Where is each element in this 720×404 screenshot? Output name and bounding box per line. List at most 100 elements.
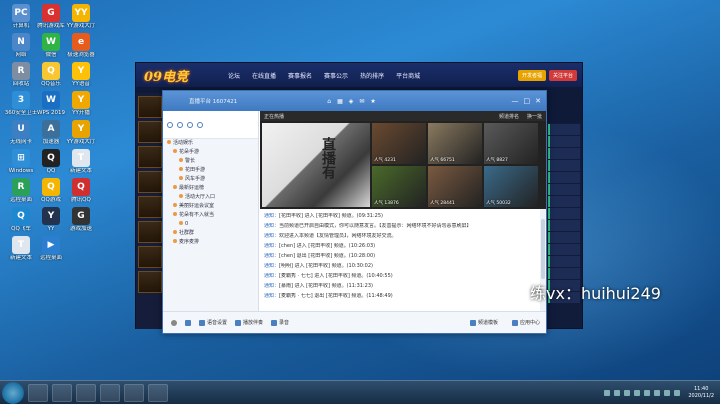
start-button[interactable] xyxy=(2,381,24,404)
list-item[interactable] xyxy=(548,220,580,231)
tray-icon[interactable] xyxy=(644,389,651,396)
list-item[interactable] xyxy=(548,256,580,267)
settings-icon[interactable] xyxy=(177,121,183,128)
tray-icon[interactable] xyxy=(654,389,661,396)
desktop-icon[interactable]: e 极速浏览器 xyxy=(62,33,100,59)
nav-forum[interactable]: 论坛 xyxy=(222,71,246,80)
refresh-link[interactable]: 换一批 xyxy=(527,113,542,120)
location-icon[interactable] xyxy=(187,121,193,128)
game-tile[interactable] xyxy=(138,221,162,243)
channel-template[interactable]: 频道模板 xyxy=(469,319,498,326)
desktop-icon-label: 腾讯QQ xyxy=(71,197,91,203)
desktop-icon[interactable]: ▶ 远程桌面 xyxy=(32,236,70,262)
follow-button[interactable]: 关注平台 xyxy=(548,69,577,81)
desktop-icon[interactable]: Y YY语音 xyxy=(62,62,100,88)
search-icon[interactable] xyxy=(167,121,173,128)
list-item[interactable] xyxy=(548,136,580,147)
record[interactable]: 录音 xyxy=(271,319,289,326)
desktop-icon[interactable]: Y YY开播 xyxy=(62,91,100,117)
nav-signup[interactable]: 赛事报名 xyxy=(282,71,318,80)
gamepad-icon[interactable]: ◈ xyxy=(349,98,354,105)
close-button[interactable]: ✕ xyxy=(535,97,541,105)
nav-shop[interactable]: 平台商城 xyxy=(390,71,426,80)
channel-item-label: 风车手游 xyxy=(185,176,206,182)
voice-settings[interactable]: 语音设置 xyxy=(199,319,227,326)
channel-item[interactable]: 麦序麦排 xyxy=(163,238,258,247)
chat-message: 通知：[花田丰收] 进入 [花田丰收] 频道。(09:31:25) xyxy=(264,213,538,220)
clock[interactable]: 11:40 2020/11/2 xyxy=(688,386,714,400)
channel-item[interactable]: 0 xyxy=(163,220,258,229)
desktop-icon[interactable]: T 新建文本 xyxy=(62,149,100,175)
game-tile[interactable] xyxy=(138,246,162,268)
accompaniment[interactable]: 播放伴奏 xyxy=(235,319,263,326)
channel-rank-link[interactable]: 频道排名 xyxy=(499,113,519,120)
game-tile[interactable] xyxy=(138,121,162,143)
maximize-button[interactable]: □ xyxy=(524,97,531,105)
list-item[interactable] xyxy=(548,160,580,171)
user-avatar[interactable] xyxy=(171,319,177,326)
taskbar-app[interactable] xyxy=(76,383,96,402)
tray-icon[interactable] xyxy=(614,389,621,396)
tray-icon[interactable] xyxy=(624,389,631,396)
channel-item[interactable]: 警长 xyxy=(163,157,258,166)
list-item[interactable] xyxy=(548,124,580,135)
gift-icon[interactable]: ✉ xyxy=(359,98,364,105)
taskbar-app[interactable] xyxy=(124,383,144,402)
channel-item[interactable]: 美丽好运会议室 xyxy=(163,202,258,211)
home-icon[interactable]: ⌂ xyxy=(327,98,331,105)
scroll-thumb[interactable] xyxy=(541,219,545,279)
list-item[interactable] xyxy=(548,268,580,279)
list-item[interactable] xyxy=(548,244,580,255)
game-tile[interactable] xyxy=(138,146,162,168)
list-item[interactable] xyxy=(548,172,580,183)
tray-icon[interactable] xyxy=(634,389,641,396)
channel-item[interactable]: 社群群 xyxy=(163,229,258,238)
stream-thumbnail[interactable]: 人气 8827 xyxy=(484,123,538,164)
stream-thumbnail[interactable]: 人气 28441 xyxy=(428,166,482,207)
star-icon[interactable]: ★ xyxy=(370,98,375,105)
tray-icon[interactable] xyxy=(664,389,671,396)
game-logo[interactable]: 09电竞 xyxy=(136,66,222,85)
taskbar-app[interactable] xyxy=(100,383,120,402)
game-tile[interactable] xyxy=(138,271,162,293)
mic-icon[interactable] xyxy=(185,319,191,326)
channel-item[interactable]: 活动大厅入口 xyxy=(163,193,258,202)
tray-icon[interactable] xyxy=(604,389,611,396)
nav-notice[interactable]: 赛事公示 xyxy=(318,71,354,80)
list-item[interactable] xyxy=(548,232,580,243)
status-dot-icon xyxy=(179,158,183,162)
list-item[interactable] xyxy=(548,196,580,207)
taskbar-app[interactable] xyxy=(28,383,48,402)
game-tile[interactable] xyxy=(138,171,162,193)
stream-thumbnail[interactable]: 人气 50032 xyxy=(484,166,538,207)
manage-icon[interactable] xyxy=(197,121,203,128)
channel-item[interactable]: 风车手游 xyxy=(163,175,258,184)
developer-button[interactable]: 开发者福 xyxy=(517,69,546,81)
channel-item[interactable]: 花朵有不入就当 xyxy=(163,211,258,220)
nav-ranking[interactable]: 热的排序 xyxy=(354,71,390,80)
nav-live[interactable]: 在线直播 xyxy=(246,71,282,80)
grid-icon[interactable]: ▦ xyxy=(337,98,343,105)
desktop-icon[interactable]: YY YY游戏大厅 xyxy=(62,4,100,30)
taskbar-app[interactable] xyxy=(52,383,72,402)
list-item[interactable] xyxy=(548,148,580,159)
volume-icon[interactable] xyxy=(674,389,681,396)
game-tile[interactable] xyxy=(138,196,162,218)
stream-thumbnail[interactable]: 人气 66751 xyxy=(428,123,482,164)
channel-item[interactable]: 花朵手游 xyxy=(163,148,258,157)
list-item[interactable] xyxy=(548,184,580,195)
taskbar-app[interactable] xyxy=(148,383,168,402)
desktop-icon[interactable]: Q 腾讯QQ xyxy=(62,178,100,204)
channel-item[interactable]: 花田手游 xyxy=(163,166,258,175)
stream-thumbnail[interactable]: 人气 4231 xyxy=(372,123,426,164)
game-tile[interactable] xyxy=(138,96,162,118)
channel-item[interactable]: 最新好运榜 xyxy=(163,184,258,193)
desktop-icon[interactable]: Y YY游戏大厅 xyxy=(62,120,100,146)
channel-item[interactable]: 活动娱乐 xyxy=(163,139,258,148)
list-item[interactable] xyxy=(548,208,580,219)
main-stream-thumbnail[interactable]: 直播有 xyxy=(262,123,370,207)
minimize-button[interactable]: — xyxy=(512,97,519,105)
app-center[interactable]: 应用中心 xyxy=(511,319,540,326)
desktop-icon[interactable]: G 游戏加速 xyxy=(62,207,100,233)
stream-thumbnail[interactable]: 人气 13876 xyxy=(372,166,426,207)
